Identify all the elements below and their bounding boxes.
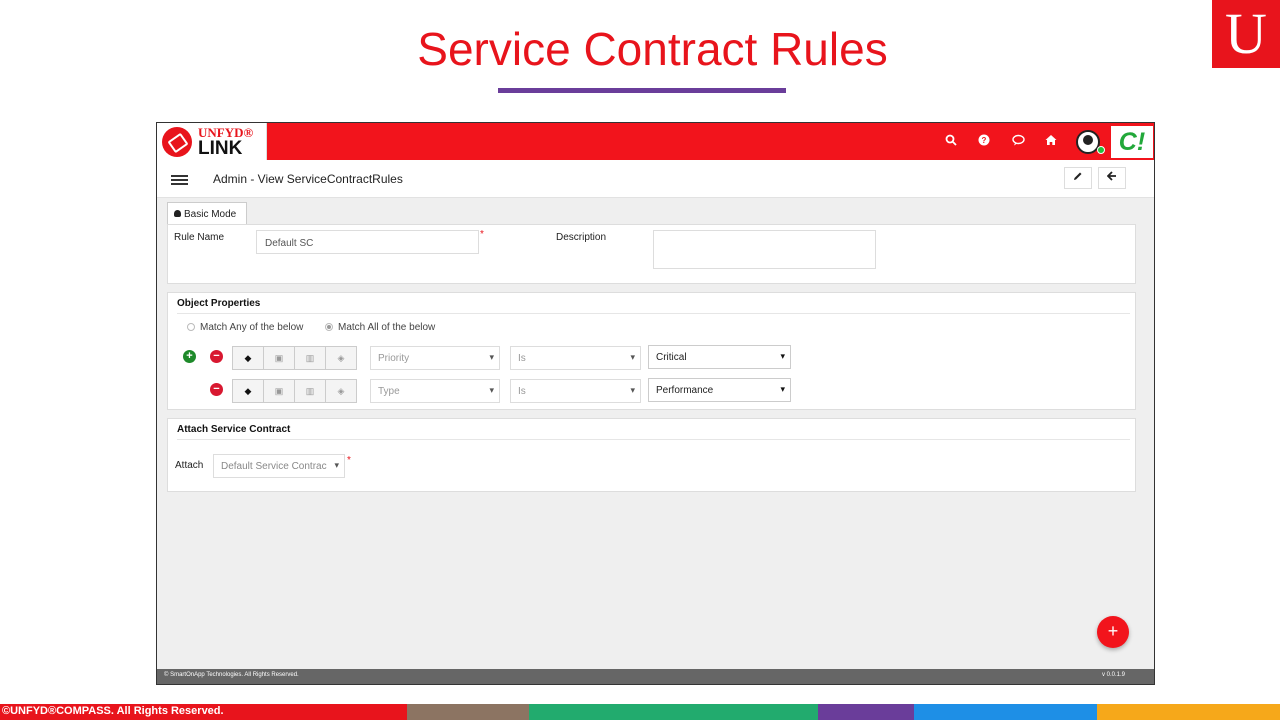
footer-color-band [407,704,529,720]
attach-select[interactable]: Default Service Contrac [213,454,345,478]
chat-icon[interactable] [1011,134,1025,148]
add-fab-button[interactable]: + [1097,616,1129,648]
field-select[interactable]: Type [370,379,500,403]
match-all-label: Match All of the below [338,322,436,333]
required-marker: * [480,229,484,240]
back-button[interactable] [1098,167,1126,189]
footer-color-band [1097,704,1280,720]
tab-basic-mode-label: Basic Mode [184,209,237,220]
basic-info-panel: Rule Name Default SC * Description [167,224,1136,284]
compass-logo: C! [1111,126,1153,158]
u-logo: U [1212,0,1280,68]
page-header: Admin - View ServiceContractRules [157,160,1154,198]
object-properties-title: Object Properties [177,298,261,309]
menu-icon[interactable] [171,175,188,177]
divider [177,313,1130,314]
object-properties-panel: Object Properties Match Any of the below… [167,292,1136,410]
tag-icon [162,127,192,157]
field-type-switcher[interactable]: ◆ ▣ ▥ ◈ [232,346,357,370]
match-all-radio[interactable] [325,323,333,331]
field-select[interactable]: Priority [370,346,500,370]
remove-condition-icon[interactable]: − [210,350,223,363]
remove-condition-icon[interactable]: − [210,383,223,396]
app-footer: © SmartOnApp Technologies. All Rights Re… [157,669,1154,684]
tab-basic-mode[interactable]: Basic Mode [167,202,247,225]
operator-select[interactable]: Is [510,379,641,403]
pencil-icon [1074,172,1082,180]
help-icon[interactable]: ? [977,134,991,148]
app-window: UNFYD® LINK ? C! Admin - View ServiceCon… [156,122,1155,685]
divider [177,439,1130,440]
contact-icon[interactable]: ▣ [264,380,295,402]
description-label: Description [556,232,607,243]
rule-name-label: Rule Name [174,232,225,243]
box-icon[interactable]: ◈ [326,347,356,369]
copyright-text: © SmartOnApp Technologies. All Rights Re… [164,672,299,678]
slide-title: Service Contract Rules [417,23,888,75]
tag-icon[interactable]: ◆ [233,347,264,369]
title-underline [498,88,786,93]
attach-contract-title: Attach Service Contract [177,424,291,435]
add-condition-icon[interactable]: + [183,350,196,363]
match-any-label: Match Any of the below [200,322,304,333]
page-title: Admin - View ServiceContractRules [213,172,403,186]
bank-icon[interactable]: ▥ [295,347,326,369]
slide-footer-text: ©UNFYD®COMPASS. All Rights Reserved. [2,705,224,717]
match-any-radio[interactable] [187,323,195,331]
home-icon[interactable] [1044,134,1058,148]
operator-select[interactable]: Is [510,346,641,370]
brand-logo[interactable]: UNFYD® LINK [157,123,267,160]
online-status-dot [1097,146,1105,154]
footer-color-band [529,704,818,720]
search-icon[interactable] [944,134,958,148]
app-topbar: UNFYD® LINK ? C! [157,123,1154,160]
arrow-left-icon [1106,171,1116,181]
footer-color-band [914,704,1097,720]
value-select[interactable]: Critical [648,345,791,369]
description-input[interactable] [653,230,876,269]
bank-icon[interactable]: ▥ [295,380,326,402]
footer-color-band [818,704,914,720]
svg-text:?: ? [982,136,987,145]
user-icon [174,210,181,217]
box-icon[interactable]: ◈ [326,380,356,402]
attach-label: Attach [175,460,204,471]
field-type-switcher[interactable]: ◆ ▣ ▥ ◈ [232,379,357,403]
edit-button[interactable] [1064,167,1092,189]
brand-bottom-text: LINK [198,138,243,159]
contact-icon[interactable]: ▣ [264,347,295,369]
required-marker: * [347,455,351,466]
value-select[interactable]: Performance [648,378,791,402]
version-text: v 0.0.1.9 [1101,672,1125,678]
tag-icon[interactable]: ◆ [233,380,264,402]
attach-contract-panel: Attach Service Contract Attach Default S… [167,418,1136,492]
rule-name-input[interactable]: Default SC [256,230,479,254]
